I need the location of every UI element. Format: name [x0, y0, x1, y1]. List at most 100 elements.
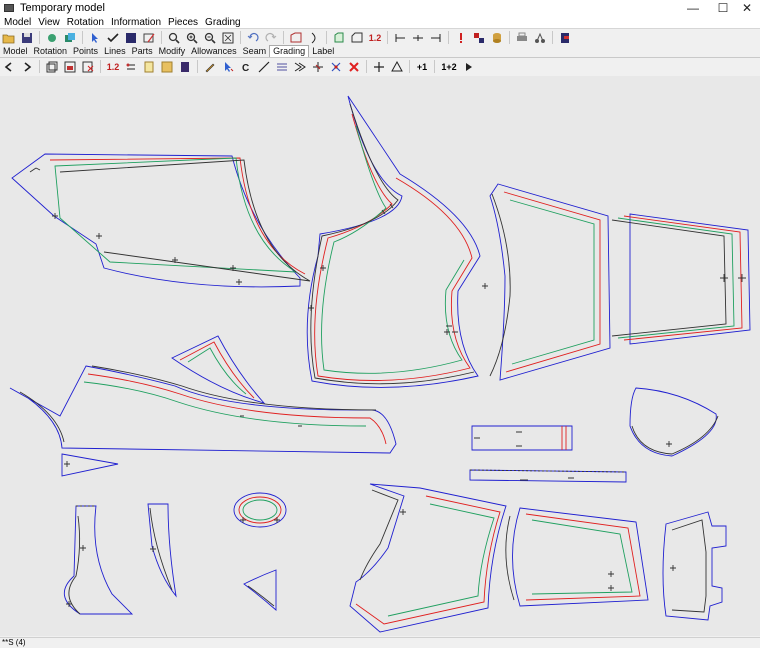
pattern-piece-9[interactable]	[469, 469, 627, 483]
notch-icon[interactable]	[311, 60, 325, 74]
pattern-piece-4[interactable]	[611, 213, 751, 345]
tab-rotation[interactable]: Rotation	[31, 46, 71, 57]
pattern-piece-2[interactable]	[306, 95, 481, 388]
pattern-canvas[interactable]	[0, 76, 760, 636]
toolbar-separator	[240, 31, 241, 44]
status-bar: **S (4)	[0, 637, 760, 648]
pattern-piece-7[interactable]	[61, 453, 119, 477]
status-text: **S (4)	[2, 638, 26, 647]
pattern-piece-13[interactable]	[147, 503, 177, 598]
copy-piece-icon[interactable]	[45, 60, 59, 74]
toolbar-separator	[326, 31, 327, 44]
play-arrow-icon[interactable]	[462, 60, 476, 74]
main-toolbar: 1.2	[0, 28, 760, 46]
grading-point-icon[interactable]	[45, 31, 59, 45]
menu-pieces[interactable]: Pieces	[164, 17, 201, 28]
curve-c-icon[interactable]: C	[239, 60, 253, 74]
zoom-fit-icon[interactable]	[221, 31, 235, 45]
tab-label[interactable]: Label	[309, 46, 337, 57]
menu-view[interactable]: View	[34, 17, 63, 28]
redo-icon[interactable]	[264, 31, 278, 45]
piece-shape-icon[interactable]	[350, 31, 364, 45]
align-left-icon[interactable]	[393, 31, 407, 45]
cursor-icon[interactable]	[88, 31, 102, 45]
menu-model[interactable]: Model	[0, 17, 34, 28]
pattern-piece-11[interactable]	[233, 492, 287, 528]
pattern-piece-3[interactable]	[489, 183, 611, 381]
pattern-piece-12[interactable]	[64, 505, 134, 615]
tab-model[interactable]: Model	[0, 46, 31, 57]
size-range-label[interactable]: 1.2	[368, 31, 382, 45]
zoom-out-icon[interactable]	[203, 31, 217, 45]
grading-toolbar: 1.2 C +1 1+2	[0, 58, 760, 75]
alert-icon[interactable]	[454, 31, 468, 45]
dart-icon[interactable]	[293, 60, 307, 74]
note-icon[interactable]	[142, 60, 156, 74]
plus-one-label[interactable]: +1	[415, 60, 429, 74]
pattern-piece-10[interactable]	[629, 387, 719, 457]
size-range-label-2[interactable]: 1.2	[106, 60, 120, 74]
function-tabs: Model Rotation Points Lines Parts Modify…	[0, 45, 760, 58]
menu-rotation[interactable]: Rotation	[63, 17, 107, 28]
grade-delete-icon[interactable]	[81, 60, 95, 74]
tab-parts[interactable]: Parts	[129, 46, 156, 57]
undo-icon[interactable]	[246, 31, 260, 45]
previous-arrow-icon[interactable]	[2, 60, 16, 74]
tab-allowances[interactable]: Allowances	[188, 46, 240, 57]
pattern-piece-8[interactable]	[471, 425, 573, 451]
menu-information[interactable]: Information	[107, 17, 164, 28]
grade-copy-icon[interactable]	[63, 60, 77, 74]
next-arrow-icon[interactable]	[20, 60, 34, 74]
plotter-icon[interactable]	[533, 31, 547, 45]
piece-copy-icon[interactable]	[332, 31, 346, 45]
distribute-icon[interactable]	[124, 60, 138, 74]
tab-seam[interactable]: Seam	[240, 46, 270, 57]
print-icon[interactable]	[515, 31, 529, 45]
piece-icon[interactable]	[124, 31, 138, 45]
one-plus-two-label[interactable]: 1+2	[440, 60, 458, 74]
layers-icon[interactable]	[63, 31, 77, 45]
line-icon[interactable]	[257, 60, 271, 74]
hatch-icon[interactable]	[275, 60, 289, 74]
zoom-icon[interactable]	[167, 31, 181, 45]
pattern-piece-6[interactable]	[171, 335, 266, 404]
select-point-icon[interactable]	[221, 60, 235, 74]
piece-outline-icon[interactable]	[289, 31, 303, 45]
tab-points[interactable]: Points	[70, 46, 101, 57]
menu-grading[interactable]: Grading	[201, 17, 244, 28]
curve-icon[interactable]	[307, 31, 321, 45]
pattern-piece-15[interactable]	[349, 483, 507, 633]
delete-x-icon[interactable]	[347, 60, 361, 74]
zoom-in-icon[interactable]	[185, 31, 199, 45]
notes-icon[interactable]	[160, 60, 174, 74]
pattern-piece-17[interactable]	[662, 511, 727, 621]
mirror-icon[interactable]	[390, 60, 404, 74]
tab-modify[interactable]: Modify	[156, 46, 189, 57]
toolbar-separator	[82, 31, 83, 44]
add-point-icon[interactable]	[372, 60, 386, 74]
pattern-piece-16[interactable]	[505, 507, 649, 607]
toolbar-separator	[409, 60, 410, 73]
pattern-piece-1[interactable]	[11, 153, 311, 288]
minimize-button[interactable]: —	[678, 0, 708, 16]
book-icon[interactable]	[178, 60, 192, 74]
tab-lines[interactable]: Lines	[101, 46, 129, 57]
database-icon[interactable]	[490, 31, 504, 45]
pencil-icon[interactable]	[203, 60, 217, 74]
tab-grading[interactable]: Grading	[269, 45, 310, 57]
grade-rules-icon[interactable]	[472, 31, 486, 45]
close-button[interactable]: ✕	[732, 0, 760, 16]
grade-point-icon[interactable]	[329, 60, 343, 74]
align-right-icon[interactable]	[429, 31, 443, 45]
save-icon[interactable]	[20, 31, 34, 45]
export-icon[interactable]	[558, 31, 572, 45]
toolbar-separator	[39, 31, 40, 44]
toolbar-separator	[509, 31, 510, 44]
pattern-piece-14[interactable]	[243, 569, 277, 611]
pattern-drawing[interactable]	[0, 76, 760, 636]
check-icon[interactable]	[106, 31, 120, 45]
app-icon	[4, 4, 14, 12]
open-folder-icon[interactable]	[2, 31, 16, 45]
align-center-icon[interactable]	[411, 31, 425, 45]
edit-piece-icon[interactable]	[142, 31, 156, 45]
